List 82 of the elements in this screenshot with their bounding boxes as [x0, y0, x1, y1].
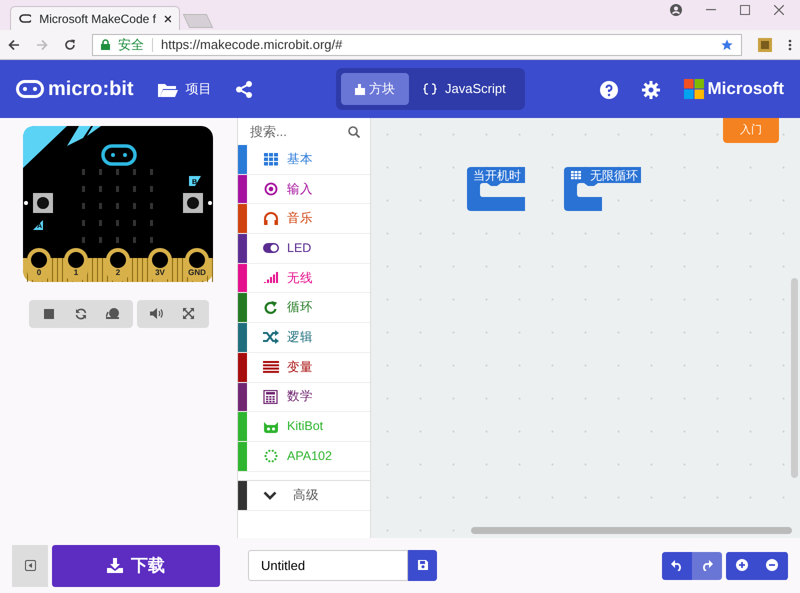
address-bar[interactable]: 安全 https://makecode.microbit.org/# — [92, 34, 742, 56]
extension-icon[interactable] — [758, 38, 772, 52]
target-icon — [263, 182, 279, 196]
editor-tab[interactable]: 方块 — [341, 73, 409, 105]
reload-icon[interactable] — [64, 38, 76, 50]
shuffle-icon — [263, 330, 279, 344]
braces-icon — [423, 83, 437, 95]
toolbox-category[interactable]: 数学 — [238, 382, 370, 412]
close-icon[interactable] — [164, 14, 171, 22]
brand-name: Microsoft — [708, 78, 784, 100]
toolbox-category[interactable]: 循环 — [238, 293, 370, 324]
vertical-scrollbar[interactable] — [791, 278, 798, 478]
calculator-icon — [263, 390, 279, 404]
url-text: https://makecode.microbit.org/# — [161, 36, 342, 54]
headphones-icon — [263, 212, 279, 226]
project-name-field[interactable]: Untitled — [248, 550, 408, 581]
zoom-out-icon — [766, 559, 778, 572]
help-icon — [600, 80, 618, 99]
lock-icon — [101, 39, 110, 50]
restart-icon — [74, 308, 86, 320]
toggle-icon — [263, 241, 279, 256]
tab-favicon — [19, 14, 32, 23]
cat-icon — [263, 420, 279, 434]
stop-icon — [44, 308, 54, 319]
toolbox-category[interactable]: 逻辑 — [238, 323, 370, 353]
brand-logo-icon — [684, 79, 704, 99]
folder-icon — [158, 82, 178, 96]
pin-label: 1 — [73, 268, 78, 277]
dots-circle-icon — [263, 449, 279, 464]
share-icon — [236, 81, 252, 98]
undo-icon — [671, 560, 683, 571]
save-icon — [418, 560, 428, 570]
maximize-icon[interactable] — [740, 5, 750, 15]
fullscreen-icon — [183, 308, 194, 320]
chevron-down-icon — [263, 490, 277, 500]
toolbox-category[interactable]: 基本 — [238, 145, 370, 175]
projects-button[interactable]: 项目 — [158, 79, 212, 99]
pin-label: 3V — [154, 268, 164, 277]
redo-icon — [701, 560, 713, 571]
forever-block[interactable]: 无限循环 — [564, 167, 643, 213]
logo-text: micro:bit — [48, 77, 134, 102]
signal-bars-icon — [263, 271, 279, 286]
toolbox-category[interactable]: 音乐 — [238, 204, 370, 234]
collapse-simulator-button[interactable] — [12, 544, 48, 586]
toolbox-category[interactable]: LED — [238, 234, 370, 264]
editor-tab[interactable]: JavaScript — [409, 73, 520, 105]
pin-label: GND — [188, 268, 206, 277]
settings-button[interactable] — [642, 79, 660, 99]
speaker-icon — [150, 308, 163, 320]
toolbox-category[interactable]: 变量 — [238, 352, 370, 382]
save-button[interactable] — [408, 550, 437, 581]
share-button[interactable] — [236, 79, 252, 99]
grid-icon — [263, 152, 279, 166]
account-icon[interactable] — [670, 4, 682, 16]
on-start-block[interactable]: 当开机时 — [467, 167, 527, 213]
pin-label: 2 — [115, 268, 120, 277]
horizontal-scrollbar[interactable] — [471, 527, 792, 534]
download-button[interactable]: 下载 — [52, 544, 220, 586]
loop-icon — [263, 300, 279, 315]
back-icon[interactable] — [8, 38, 20, 50]
browser-tab[interactable]: Microsoft MakeCode f — [10, 6, 180, 30]
security-label: 安全 — [118, 36, 144, 54]
menu-icon[interactable] — [788, 38, 792, 50]
snail-icon — [106, 308, 120, 320]
minimize-icon[interactable] — [706, 9, 716, 11]
toolbox-category[interactable]: 无线 — [238, 264, 370, 294]
puzzle-icon — [355, 84, 365, 94]
star-icon[interactable] — [721, 38, 733, 50]
lines-icon — [263, 360, 279, 374]
tab-title: Microsoft MakeCode f — [39, 10, 156, 28]
undo-button[interactable] — [662, 552, 692, 580]
logo-icon — [16, 80, 44, 98]
collapse-icon — [24, 560, 36, 571]
zoom-in-icon — [736, 559, 748, 572]
toolbox-category[interactable]: 输入 — [238, 174, 370, 204]
search-icon[interactable] — [348, 126, 360, 138]
advanced-category[interactable]: 高级 — [238, 480, 370, 511]
workspace-canvas[interactable]: 入门 当开机时 无限循环 — [371, 118, 800, 538]
download-icon — [107, 558, 123, 573]
help-button[interactable] — [600, 79, 618, 99]
pin-label: 0 — [36, 268, 41, 277]
settings-icon — [642, 80, 660, 99]
